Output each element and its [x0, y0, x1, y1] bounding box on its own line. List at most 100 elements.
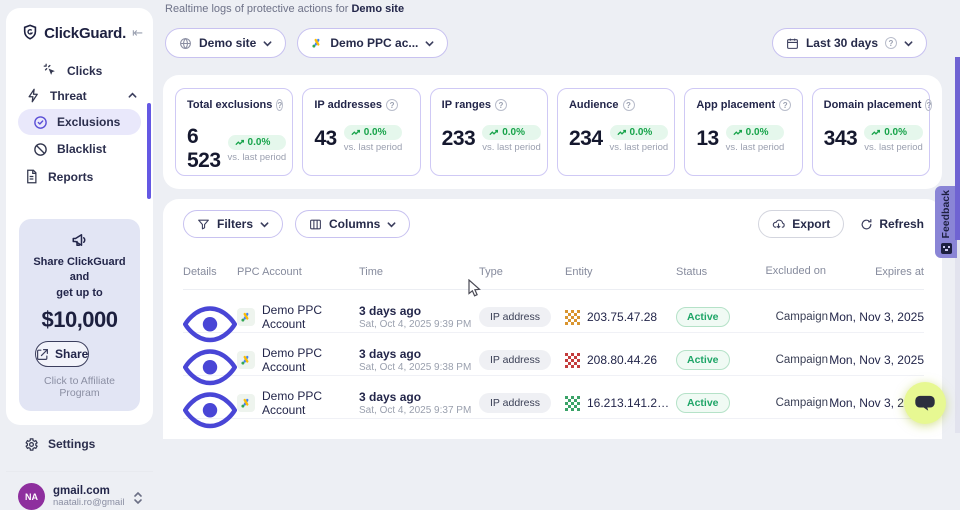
sidebar-item-label: Reports [48, 170, 93, 184]
vs-last-period-label: vs. last period [228, 152, 287, 163]
sidebar-item-reports[interactable]: Reports [6, 164, 153, 189]
sidebar-item-clicks[interactable]: Clicks [6, 58, 153, 83]
trend-badge: 0.0% [610, 125, 669, 140]
col-header-expires-at: Expires at [828, 266, 924, 278]
col-header-time: Time [359, 266, 479, 278]
ppc-account-name: Demo PPC Account [262, 389, 359, 417]
site-selector-label: Demo site [199, 36, 256, 50]
help-icon[interactable]: ? [495, 99, 507, 111]
lightning-icon [26, 88, 41, 103]
trend-badge: 0.0% [344, 125, 403, 140]
megaphone-icon [71, 231, 89, 249]
site-selector[interactable]: Demo site [165, 28, 286, 58]
filter-funnel-icon [197, 218, 210, 231]
stat-value: 343 [824, 127, 858, 151]
promo-text-line1: Share ClickGuard and [27, 255, 132, 286]
stat-card-domain-placement: Domain placement? 343 0.0% vs. last peri… [812, 88, 930, 176]
col-header-status: Status [676, 266, 764, 278]
clickguard-shield-logo-icon [22, 24, 38, 42]
sidebar-scrollbar[interactable] [147, 103, 151, 199]
vs-last-period-label: vs. last period [864, 142, 923, 153]
chevron-down-icon [425, 39, 434, 48]
time-absolute: Sat, Oct 4, 2025 9:37 PM [359, 405, 479, 416]
affiliate-promo-card[interactable]: Share ClickGuard and get up to $10,000 S… [19, 219, 140, 411]
entity-value: 208.80.44.26 [587, 353, 657, 367]
gear-icon [24, 437, 39, 452]
refresh-button-label: Refresh [879, 217, 924, 231]
google-ads-icon [237, 351, 255, 369]
chevron-down-icon [263, 39, 272, 48]
table-row[interactable]: Demo PPC Account 3 days agoSat, Oct 4, 2… [183, 333, 924, 376]
stat-label: IP ranges [442, 99, 491, 111]
help-icon: ? [885, 37, 897, 49]
trend-up-icon [617, 129, 627, 137]
time-relative: 3 days ago [359, 390, 479, 404]
ppc-account-name: Demo PPC Account [262, 346, 359, 374]
excluded-on-value: Campaign [764, 397, 828, 409]
help-icon[interactable]: ? [779, 99, 791, 111]
col-header-details: Details [183, 266, 237, 278]
time-relative: 3 days ago [359, 347, 479, 361]
sidebar-item-exclusions[interactable]: Exclusions [18, 109, 141, 135]
smiley-icon [941, 243, 952, 254]
trend-badge: 0.0% [482, 125, 541, 140]
trend-up-icon [235, 139, 245, 147]
stat-label: Audience [569, 99, 619, 111]
check-circle-icon [33, 115, 48, 130]
type-badge: IP address [479, 350, 551, 370]
ip-identicon [565, 310, 580, 325]
help-icon[interactable]: ? [386, 99, 398, 111]
share-button[interactable]: Share [35, 341, 89, 367]
sidebar-item-label: Exclusions [57, 115, 120, 129]
sidebar-item-blacklist[interactable]: Blacklist [18, 136, 141, 162]
table-row[interactable]: Demo PPC Account 3 days agoSat, Oct 4, 2… [183, 376, 924, 419]
help-icon[interactable]: ? [623, 99, 635, 111]
google-ads-icon [237, 308, 255, 326]
stat-value: 234 [569, 127, 603, 151]
date-range-selector[interactable]: Last 30 days ? [772, 28, 927, 58]
share-button-label: Share [55, 347, 88, 361]
trend-badge: 0.0% [864, 125, 923, 140]
sidebar-item-settings[interactable]: Settings [6, 431, 153, 457]
stat-label: App placement [696, 99, 775, 111]
export-button[interactable]: Export [758, 210, 844, 238]
excluded-on-value: Campaign [764, 311, 828, 323]
stat-value: 13 [696, 127, 718, 151]
help-icon[interactable]: ? [925, 99, 932, 111]
date-range-label: Last 30 days [806, 36, 878, 50]
feedback-tab[interactable]: Feedback [935, 186, 957, 258]
chat-widget-button[interactable] [904, 382, 946, 424]
columns-button[interactable]: Columns [295, 210, 410, 238]
sidebar-item-label: Blacklist [57, 142, 106, 156]
promo-text-line2: get up to [27, 286, 132, 301]
table-row[interactable]: Demo PPC Account 3 days agoSat, Oct 4, 2… [183, 290, 924, 333]
vs-last-period-label: vs. last period [726, 142, 785, 153]
help-icon[interactable]: ? [276, 99, 283, 111]
entity-value: 203.75.47.28 [587, 310, 657, 324]
details-eye-icon[interactable] [183, 390, 237, 431]
logo-text: ClickGuard. [44, 25, 126, 42]
ppc-account-selector[interactable]: Demo PPC ac... [297, 28, 448, 58]
chevron-updown-icon [133, 491, 143, 503]
sidebar-collapse-icon[interactable]: ⇤ [132, 25, 143, 41]
page-scrollbar-thumb[interactable] [955, 57, 960, 240]
promo-amount: $10,000 [27, 307, 132, 333]
account-switcher[interactable]: NA gmail.com naatali.ro@gmail.com [6, 472, 153, 510]
filters-button[interactable]: Filters [183, 210, 283, 238]
trend-up-icon [871, 129, 881, 137]
ppc-account-name: Demo PPC Account [262, 303, 359, 331]
status-badge: Active [676, 393, 730, 413]
sidebar-item-threat[interactable]: Threat [6, 83, 153, 108]
col-header-entity: Entity [565, 266, 676, 278]
entity-value: 16.213.141.2… [587, 396, 669, 410]
user-email: naatali.ro@gmail.com [53, 497, 125, 508]
refresh-button[interactable]: Refresh [860, 217, 924, 231]
stat-label: Domain placement [824, 99, 922, 111]
stat-label: IP addresses [314, 99, 382, 111]
ip-identicon [565, 353, 580, 368]
stat-value: 43 [314, 127, 336, 151]
stats-panel: Total exclusions? 6 523 0.0% vs. last pe… [163, 75, 942, 189]
google-ads-icon [237, 394, 255, 412]
trend-badge: 0.0% [726, 125, 785, 140]
user-name: gmail.com [53, 485, 125, 497]
